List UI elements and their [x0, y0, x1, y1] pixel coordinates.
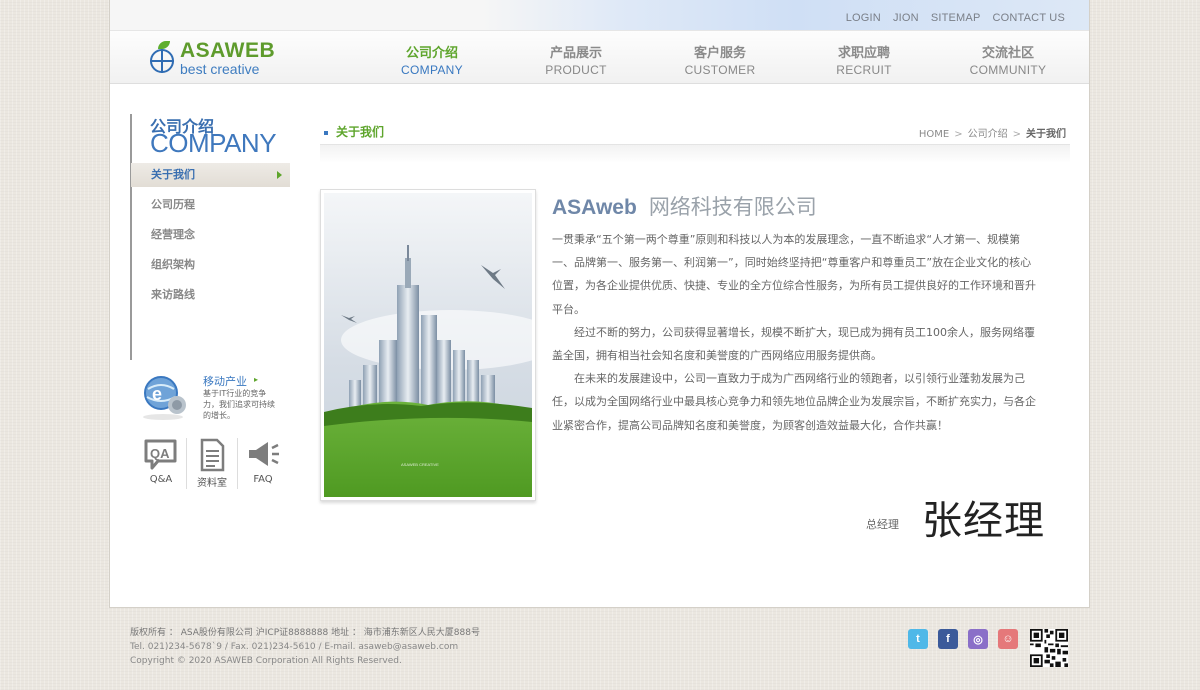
blog-icon[interactable]: ◎: [968, 629, 988, 649]
twitter-icon[interactable]: t: [908, 629, 928, 649]
svg-text:ASAWEB CREATIVE: ASAWEB CREATIVE: [401, 462, 439, 467]
sidebar-item-philosophy[interactable]: 经营理念: [131, 223, 290, 253]
intro-paragraph: 一贯秉承“五个第一两个尊重”原则和科技以人为本的发展理念，一直不断追求“人才第一…: [552, 233, 1036, 316]
top-bar: LOGIN JION SITEMAP CONTACT US: [110, 0, 1089, 31]
nav-item-customer[interactable]: 客户服务 CUSTOMER: [648, 42, 792, 77]
signature: 张经理: [922, 498, 1045, 544]
mobile-title: 移动产业: [203, 375, 247, 388]
sitemap-link[interactable]: SITEMAP: [925, 12, 987, 24]
mobile-industry-banner[interactable]: e 移动产业 ▸ 基于IT行业的竞争力，我们追求可持续的增长。: [139, 371, 289, 425]
sidebar-title-en: COMPANY: [150, 128, 277, 158]
nav-item-recruit[interactable]: 求职应聘 RECRUIT: [792, 42, 936, 77]
main-nav: 公司介绍 COMPANY 产品展示 PRODUCT 客户服务 CUSTOMER …: [360, 42, 1080, 77]
section-shadow: [320, 145, 1070, 163]
nav-label-cn: 求职应聘: [837, 46, 890, 61]
logo-name: ASAWEB: [180, 39, 276, 62]
company-name: 网络科技有限公司: [648, 195, 817, 219]
qa-icon: QA: [144, 439, 177, 470]
nav-label-cn: 交流社区: [981, 46, 1034, 61]
globe-icon: e: [143, 376, 186, 420]
nav-label-en: COMMUNITY: [969, 63, 1047, 77]
nav-label-cn: 公司介绍: [405, 46, 458, 61]
breadcrumb-company[interactable]: 公司介绍: [968, 129, 1008, 140]
nav-item-community[interactable]: 交流社区 COMMUNITY: [936, 42, 1080, 77]
social-links: t f ◎ ☺: [908, 629, 1018, 649]
sidebar-menu: 关于我们 公司历程 经营理念 组织架构 来访路线: [131, 163, 290, 313]
header: ASAWEB best creative 公司介绍 COMPANY 产品展示 P…: [110, 31, 1089, 84]
breadcrumb-home[interactable]: HOME: [919, 129, 949, 140]
archive-label: 资料室: [197, 478, 227, 489]
top-links: LOGIN JION SITEMAP CONTACT US: [840, 12, 1071, 24]
quick-links: QA Q&A 资料室 FAQ: [136, 438, 288, 489]
nav-label-en: RECRUIT: [836, 63, 892, 77]
svg-text:e: e: [152, 384, 162, 404]
city-skyline-image: ASAWEB CREATIVE: [320, 189, 536, 501]
footer-copyright: Copyright © 2020 ASAWEB Corporation All …: [130, 656, 402, 666]
nav-label-en: CUSTOMER: [684, 63, 756, 77]
section-title: 关于我们: [324, 123, 384, 140]
sidebar-item-history[interactable]: 公司历程: [131, 193, 290, 223]
sidebar-item-organization[interactable]: 组织架构: [131, 253, 290, 283]
signer-role: 总经理: [866, 518, 899, 531]
breadcrumb-current: 关于我们: [1026, 129, 1066, 140]
sidebar-item-about[interactable]: 关于我们: [131, 163, 290, 187]
company-heading: ASAweb 网络科技有限公司: [552, 191, 817, 221]
section-header: 关于我们 HOME > 公司介绍 > 关于我们: [320, 118, 1070, 145]
login-link[interactable]: LOGIN: [840, 12, 887, 24]
join-link[interactable]: JION: [887, 12, 925, 24]
nav-label-en: PRODUCT: [545, 63, 607, 77]
nav-label-en: COMPANY: [401, 63, 463, 77]
globe-icon: [150, 41, 174, 73]
logo[interactable]: ASAWEB best creative: [150, 40, 275, 76]
logo-tagline: best creative: [180, 61, 260, 77]
nav-item-company[interactable]: 公司介绍 COMPANY: [360, 42, 504, 77]
breadcrumb: HOME > 公司介绍 > 关于我们: [918, 129, 1066, 140]
sidebar-item-directions[interactable]: 来访路线: [131, 283, 290, 313]
svg-text:QA: QA: [150, 446, 170, 461]
archive-link[interactable]: 资料室: [186, 438, 237, 489]
footer: 版权所有 ： ASA股份有限公司 沪ICP证8888888 地址 ： 海市浦东新…: [130, 626, 480, 668]
nav-label-cn: 客户服务: [693, 46, 746, 61]
footer-contact: Tel. 021)234-5678`9 / Fax. 021)234-5610 …: [130, 642, 459, 652]
intro-paragraph: 在未来的发展建设中，公司一直致力于成为广西网络行业的领跑者，以引领行业蓬勃发展为…: [552, 372, 1036, 432]
company-brand: ASAweb: [552, 196, 637, 219]
qa-link[interactable]: QA Q&A: [136, 438, 186, 489]
contact-us-link[interactable]: CONTACT US: [987, 12, 1072, 24]
me2day-icon[interactable]: ☺: [998, 629, 1018, 649]
megaphone-icon: [249, 442, 279, 466]
faq-label: FAQ: [253, 474, 273, 485]
nav-label-cn: 产品展示: [549, 46, 602, 61]
faq-link[interactable]: FAQ: [237, 438, 288, 489]
footer-copyright-info: 版权所有 ： ASA股份有限公司 沪ICP证8888888 地址 ： 海市浦东新…: [130, 628, 480, 638]
arrow-right-icon: ▸: [254, 375, 259, 384]
mobile-description: 基于IT行业的竞争力，我们追求可持续的增长。: [203, 389, 275, 420]
intro-paragraph: 经过不断的努力，公司获得显著增长，规模不断扩大，现已成为拥有员工100余人，服务…: [552, 325, 1035, 363]
nav-item-product[interactable]: 产品展示 PRODUCT: [504, 42, 648, 77]
qa-label: Q&A: [149, 474, 173, 485]
company-introduction: 一贯秉承“五个第一两个尊重”原则和科技以人为本的发展理念，一直不断追求“人才第一…: [552, 228, 1042, 437]
document-icon: [200, 438, 225, 472]
qr-code-icon[interactable]: [1030, 629, 1068, 667]
facebook-icon[interactable]: f: [938, 629, 958, 649]
